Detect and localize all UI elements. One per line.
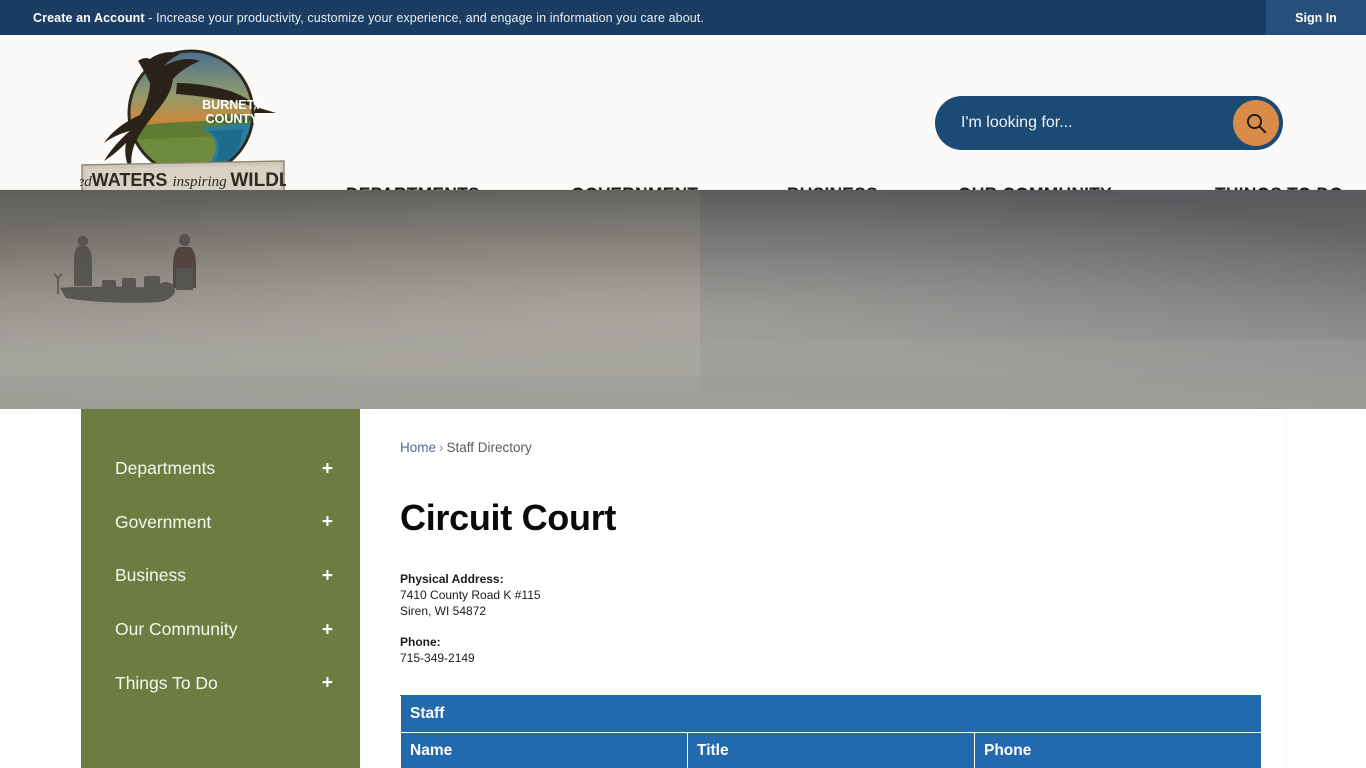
- sidebar-item-departments[interactable]: Departments +: [81, 442, 360, 496]
- physical-address-label: Physical Address:: [400, 572, 504, 586]
- logo-title-line2: COUNTY: [206, 112, 259, 126]
- sidebar-item-label: Government: [115, 511, 212, 532]
- phone-value: 715-349-2149: [400, 651, 475, 665]
- sidebar-item-label: Departments: [115, 458, 216, 479]
- top-alert-message: Create an Account - Increase your produc…: [0, 11, 704, 25]
- hero-image: [0, 190, 1366, 409]
- main-content: Home › Staff Directory Circuit Court Physi…: [360, 409, 1285, 768]
- table-caption: Staff: [400, 695, 1262, 733]
- breadcrumb-separator: ›: [439, 440, 444, 455]
- plus-icon[interactable]: +: [322, 566, 333, 585]
- sidebar-item-label: Business: [115, 565, 187, 586]
- sign-in-button[interactable]: Sign In: [1266, 0, 1366, 35]
- page-body: Departments + Government + Business + Ou…: [0, 409, 1366, 768]
- plus-icon[interactable]: +: [322, 459, 333, 478]
- top-alert-text: - Increase your productivity, customize …: [144, 10, 704, 25]
- column-header-title[interactable]: Title: [687, 732, 975, 768]
- staff-directory-table: Staff Name Title Phone: [400, 695, 1262, 768]
- create-account-link[interactable]: Create an Account: [33, 11, 145, 25]
- table-caption-row: Staff: [400, 695, 1262, 733]
- page-title: Circuit Court: [400, 497, 617, 538]
- site-search[interactable]: [935, 96, 1283, 150]
- sidebar-item-government[interactable]: Government +: [81, 496, 360, 550]
- search-icon: [1246, 113, 1267, 134]
- top-alert-bar: Create an Account - Increase your produc…: [0, 0, 1366, 35]
- page-container: Departments + Government + Business + Ou…: [81, 409, 1285, 768]
- address-line-2: Siren, WI 54872: [400, 604, 487, 618]
- breadcrumb-current: Staff Directory: [446, 440, 532, 455]
- address-line-1: 7410 County Road K #115: [400, 588, 541, 602]
- plus-icon[interactable]: +: [322, 674, 333, 693]
- search-input[interactable]: [935, 114, 1233, 132]
- contact-info: Physical Address: 7410 County Road K #11…: [400, 571, 1285, 666]
- column-header-name[interactable]: Name: [400, 732, 688, 768]
- breadcrumb-home-link[interactable]: Home: [400, 440, 436, 455]
- svg-text:spiritedWATERS inspiring WILD: spiritedWATERS inspiring WILDLIFE: [80, 170, 286, 191]
- table-header-row: Name Title Phone: [400, 732, 1262, 768]
- sidebar-item-our-community[interactable]: Our Community +: [81, 603, 360, 657]
- hero-banner: [0, 190, 1366, 409]
- sidebar-item-label: Our Community: [115, 619, 238, 640]
- search-button[interactable]: [1233, 100, 1279, 146]
- column-header-phone[interactable]: Phone: [974, 732, 1262, 768]
- site-header: BURNETT COUNTY spiritedWATERS inspiring …: [0, 35, 1366, 210]
- plus-icon[interactable]: +: [322, 513, 333, 532]
- sidebar-item-things-to-do[interactable]: Things To Do +: [81, 656, 360, 710]
- plus-icon[interactable]: +: [322, 620, 333, 639]
- sidebar-item-label: Things To Do: [115, 672, 218, 693]
- breadcrumb: Home › Staff Directory: [400, 440, 1285, 455]
- phone-label: Phone:: [400, 635, 441, 649]
- sidebar-item-business[interactable]: Business +: [81, 549, 360, 603]
- logo-title-line1: BURNETT: [202, 98, 262, 112]
- sidebar-navigation: Departments + Government + Business + Ou…: [81, 409, 360, 768]
